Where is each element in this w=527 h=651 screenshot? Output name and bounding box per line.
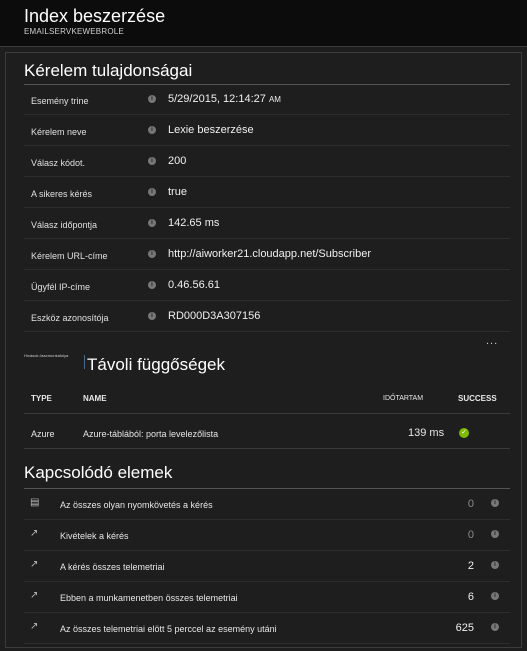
prop-value: http://aiworker21.cloudapp.net/Subscribe… bbox=[168, 248, 372, 260]
prop-row-event-time: Esemény trine i 5/29/2015, 12:14:27 AM bbox=[24, 85, 510, 115]
prop-label: Esemény trine bbox=[31, 96, 89, 106]
vertical-divider bbox=[84, 355, 85, 369]
related-item-label: Az összes telemetriai elött 5 perccel az… bbox=[60, 624, 277, 634]
column-header-name[interactable]: NAME bbox=[83, 394, 107, 403]
page-title: Index beszerzése bbox=[24, 6, 166, 26]
prop-row-request-url: Kérelem URL-címe i http://aiworker21.clo… bbox=[24, 240, 510, 270]
dependencies-side-label: Hívások összmunkafolya bbox=[24, 353, 69, 358]
info-icon[interactable]: i bbox=[491, 623, 499, 631]
arrow-icon: ↗ bbox=[30, 528, 39, 539]
prop-value: Lexie beszerzése bbox=[168, 124, 254, 136]
arrow-icon: ↗ bbox=[30, 621, 39, 632]
info-icon[interactable]: i bbox=[491, 499, 499, 507]
related-item-label: A kérés összes telemetriai bbox=[60, 562, 165, 572]
arrow-icon: ↗ bbox=[30, 559, 39, 570]
related-items-title: Kapcsolódó elemek bbox=[24, 463, 173, 482]
related-item-count: 0 bbox=[467, 529, 474, 541]
info-icon[interactable]: i bbox=[491, 561, 499, 569]
request-properties-title: Kérelem tulajdonságai bbox=[24, 61, 193, 80]
dependency-duration: 139 ms bbox=[408, 427, 445, 439]
column-header-type[interactable]: TYPE bbox=[31, 394, 52, 403]
info-icon[interactable]: i bbox=[148, 250, 156, 258]
related-item-count: 6 bbox=[467, 591, 474, 603]
document-icon: ▤ bbox=[30, 497, 40, 508]
prop-label: Válasz kódot. bbox=[31, 158, 86, 168]
prop-row-device-id: Eszköz azonosítója i RD000D3A307156 bbox=[24, 302, 510, 332]
dependency-type: Azure bbox=[31, 429, 55, 439]
related-item-label: Ebben a munkamenetben összes telemetriai bbox=[60, 593, 238, 603]
column-header-success[interactable]: SUCCESS bbox=[458, 394, 497, 403]
related-item-session-telemetry[interactable]: ↗ Ebben a munkamenetben összes telemetri… bbox=[24, 582, 510, 613]
table-row[interactable]: Azure Azure-táblából: porta levelezőlist… bbox=[24, 413, 510, 449]
arrow-icon: ↗ bbox=[30, 590, 39, 601]
info-icon[interactable]: i bbox=[148, 312, 156, 320]
related-item-request-telemetry[interactable]: ↗ A kérés összes telemetriai 2 i bbox=[24, 551, 510, 582]
related-item-count: 0 bbox=[467, 498, 474, 510]
prop-label: Eszköz azonosítója bbox=[31, 313, 109, 323]
prop-label: Ügyfél IP-címe bbox=[31, 282, 91, 292]
info-icon[interactable]: i bbox=[491, 592, 499, 600]
prop-value: 142.65 ms bbox=[168, 217, 220, 229]
success-check-icon: ✓ bbox=[459, 428, 469, 438]
prop-row-client-ip: Ügyfél IP-címe i 0.46.56.61 bbox=[24, 271, 510, 301]
info-icon[interactable]: i bbox=[148, 219, 156, 227]
info-icon[interactable]: i bbox=[148, 126, 156, 134]
prop-value: true bbox=[168, 186, 187, 198]
related-item-count: 625 bbox=[455, 622, 474, 634]
prop-row-response-code: Válasz kódot. i 200 bbox=[24, 147, 510, 177]
blade-header: Index beszerzése EMAILSERVKEWEBROLE bbox=[0, 0, 527, 47]
info-icon[interactable]: i bbox=[148, 95, 156, 103]
prop-value: 0.46.56.61 bbox=[168, 279, 220, 291]
related-item-window-telemetry[interactable]: ↗ Az összes telemetriai elött 5 perccel … bbox=[24, 613, 510, 644]
more-button[interactable]: ... bbox=[486, 335, 498, 347]
info-icon[interactable]: i bbox=[491, 530, 499, 538]
prop-value: RD000D3A307156 bbox=[168, 310, 261, 322]
related-item-exceptions[interactable]: ↗ Kivételek a kérés 0 i bbox=[24, 520, 510, 551]
info-icon[interactable]: i bbox=[148, 188, 156, 196]
prop-row-response-time: Válasz időpontja i 142.65 ms bbox=[24, 209, 510, 239]
related-item-label: Az összes olyan nyomkövetés a kérés bbox=[60, 500, 213, 510]
dependencies-title: Távoli függőségek bbox=[87, 355, 225, 374]
prop-label: Válasz időpontja bbox=[31, 220, 98, 230]
page-subtitle: EMAILSERVKEWEBROLE bbox=[24, 27, 124, 36]
prop-value: 5/29/2015, 12:14:27 AM bbox=[168, 93, 281, 105]
related-item-traces[interactable]: ▤ Az összes olyan nyomkövetés a kérés 0 … bbox=[24, 489, 510, 520]
prop-label: Kérelem URL-címe bbox=[31, 251, 108, 261]
info-icon[interactable]: i bbox=[148, 157, 156, 165]
prop-row-successful-request: A sikeres kérés i true bbox=[24, 178, 510, 208]
related-item-label: Kivételek a kérés bbox=[60, 531, 129, 541]
prop-label: A sikeres kérés bbox=[31, 189, 93, 199]
related-item-count: 2 bbox=[467, 560, 474, 572]
prop-row-request-name: Kérelem neve i Lexie beszerzése bbox=[24, 116, 510, 146]
info-icon[interactable]: i bbox=[148, 281, 156, 289]
column-header-duration[interactable]: IDŐTARTAM bbox=[383, 395, 423, 402]
dependency-name: Azure-táblából: porta levelezőlista bbox=[83, 429, 219, 439]
prop-label: Kérelem neve bbox=[31, 127, 87, 137]
prop-value: 200 bbox=[168, 155, 187, 167]
